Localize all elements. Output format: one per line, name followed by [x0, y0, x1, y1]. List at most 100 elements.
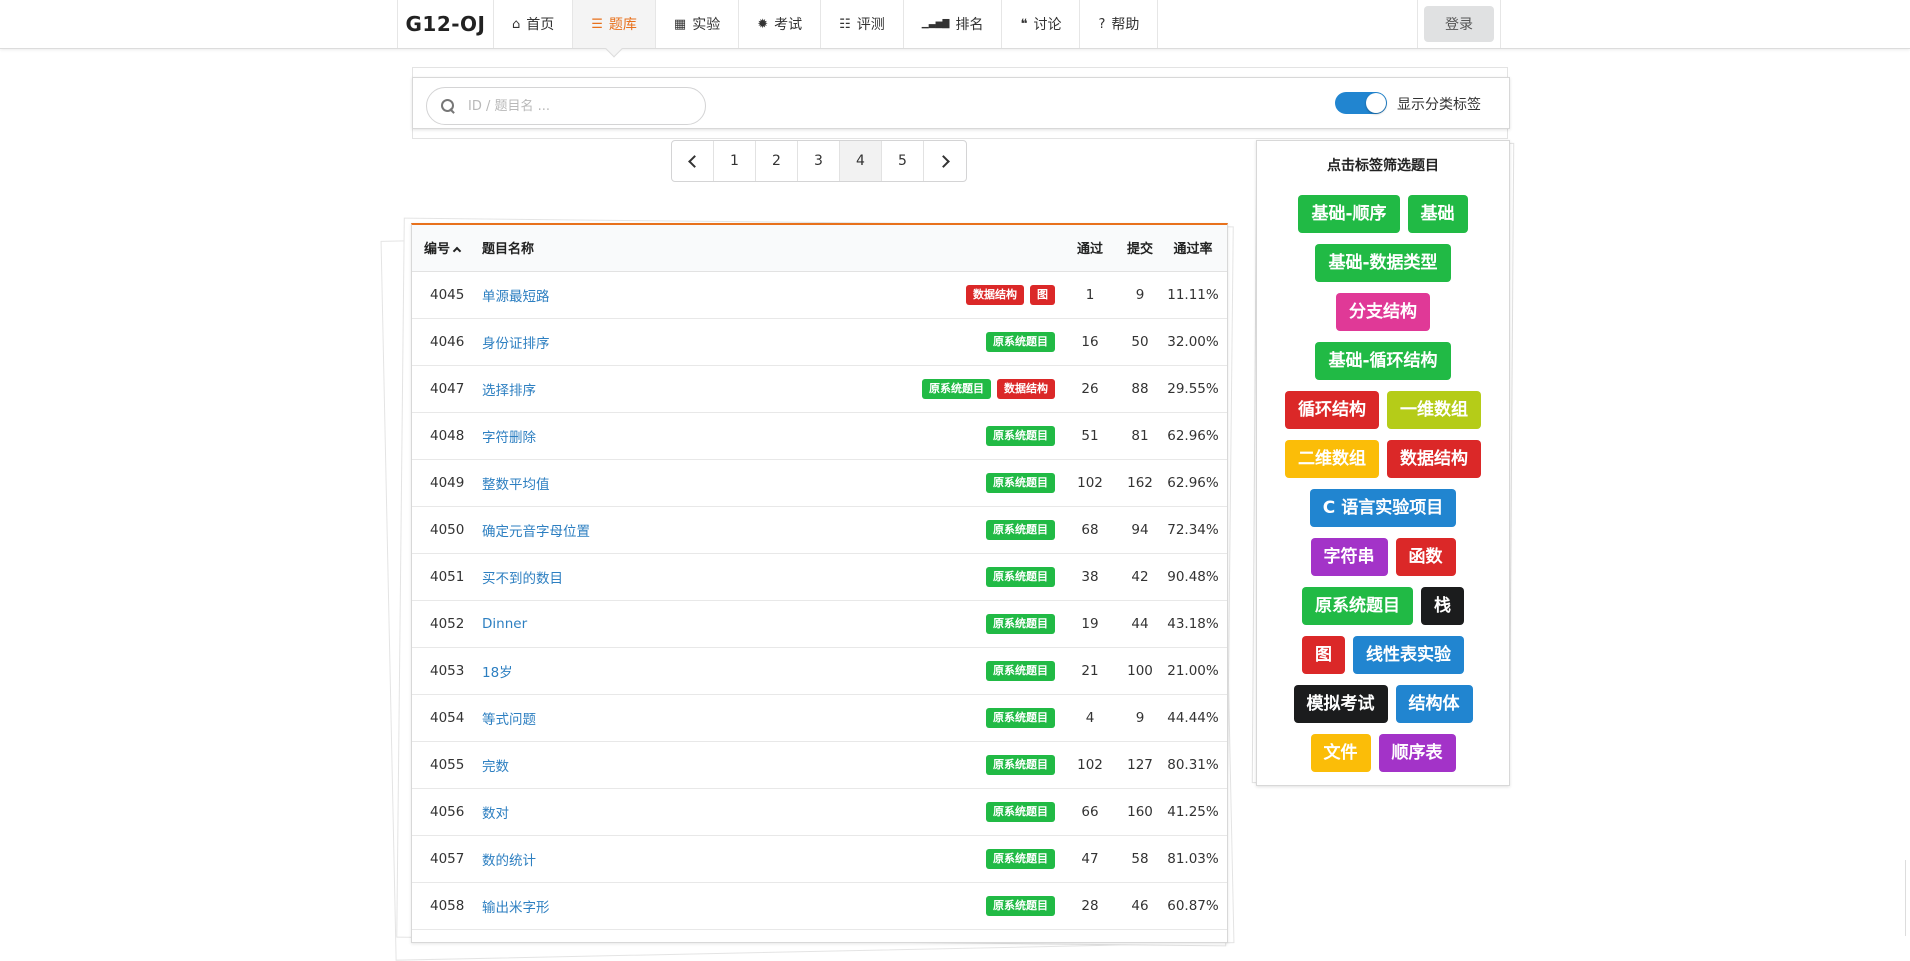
site-logo[interactable]: G12-OJ — [398, 0, 494, 48]
filter-tag[interactable]: 基础-顺序 — [1298, 195, 1400, 233]
problem-tag[interactable]: 原系统题目 — [986, 519, 1055, 540]
submit-count: 94 — [1115, 506, 1165, 554]
problem-tag[interactable]: 原系统题目 — [986, 425, 1055, 446]
problem-link[interactable]: 身份证排序 — [482, 336, 550, 352]
filter-tag[interactable]: 栈 — [1421, 587, 1464, 625]
problem-tag[interactable]: 原系统题目 — [986, 754, 1055, 775]
problem-link[interactable]: Dinner — [482, 616, 527, 632]
pass-count: 68 — [1065, 506, 1115, 554]
problem-link[interactable]: 整数平均值 — [482, 477, 550, 493]
problem-link[interactable]: 等式问题 — [482, 712, 536, 728]
search-icon — [441, 98, 456, 114]
col-pass-header[interactable]: 通过 — [1065, 225, 1115, 272]
filter-tag[interactable]: 函数 — [1395, 538, 1456, 576]
nav-item-label: 排名 — [955, 17, 984, 33]
prev-page-button[interactable] — [672, 141, 714, 181]
col-rate-header[interactable]: 通过率 — [1165, 225, 1227, 272]
problem-tag[interactable]: 原系统题目 — [986, 566, 1055, 587]
filter-tag[interactable]: 二维数组 — [1285, 440, 1379, 478]
nav-item-0[interactable]: ⌂ 首页 — [494, 0, 574, 48]
problem-tags-cell: 原系统题目 数据结构 — [726, 365, 1065, 413]
problem-link[interactable]: 18岁 — [482, 665, 513, 681]
search-box[interactable] — [426, 87, 706, 125]
problem-tag[interactable]: 原系统题目 — [986, 848, 1055, 869]
submit-count: 127 — [1115, 741, 1165, 789]
problem-link[interactable]: 字符删除 — [482, 430, 536, 446]
filter-tag[interactable]: 线性表实验 — [1353, 636, 1464, 674]
nav-item-4[interactable]: ☷ 评测 — [821, 0, 904, 48]
problem-id: 4058 — [412, 882, 482, 930]
problem-link[interactable]: 数对 — [482, 806, 509, 822]
filter-tag[interactable]: 文件 — [1310, 734, 1371, 772]
nav-item-1[interactable]: ☰ 题库 — [573, 0, 656, 48]
tag-panel-title: 点击标签筛选题目 — [1327, 158, 1439, 174]
pass-count: 102 — [1065, 459, 1115, 507]
page-button[interactable]: 5 — [882, 141, 924, 181]
problem-tag[interactable]: 原系统题目 — [986, 660, 1055, 681]
filter-tag[interactable]: 基础 — [1407, 195, 1468, 233]
col-submit-header[interactable]: 提交 — [1115, 225, 1165, 272]
table-row: 4052 Dinner 原系统题目 19 44 43.18% — [412, 600, 1227, 648]
nav-item-2[interactable]: ▦ 实验 — [656, 0, 740, 48]
problem-link[interactable]: 买不到的数目 — [482, 571, 563, 587]
filter-tag[interactable]: 原系统题目 — [1302, 587, 1413, 625]
page-button[interactable]: 1 — [714, 141, 756, 181]
filter-tag[interactable]: 基础-数据类型 — [1315, 244, 1451, 282]
toggle-knob — [1366, 93, 1386, 113]
problem-link[interactable]: 选择排序 — [482, 383, 536, 399]
filter-tag[interactable]: 字符串 — [1310, 538, 1388, 576]
problem-tag[interactable]: 原系统题目 — [986, 801, 1055, 822]
page-button[interactable]: 4 — [840, 141, 882, 181]
problem-tag[interactable]: 原系统题目 — [986, 707, 1055, 728]
filter-tag[interactable]: 一维数组 — [1387, 391, 1481, 429]
pass-rate: 41.25% — [1165, 788, 1227, 836]
pass-count: 102 — [1065, 741, 1115, 789]
filter-tag[interactable]: 顺序表 — [1378, 734, 1456, 772]
sort-ascending-icon — [452, 247, 462, 256]
pass-count: 51 — [1065, 412, 1115, 460]
problem-tag[interactable]: 原系统题目 — [986, 613, 1055, 634]
table-row: 4056 数对 原系统题目 66 160 41.25% — [412, 788, 1227, 836]
pass-rate: 32.00% — [1165, 318, 1227, 366]
table-row: 4048 字符删除 原系统题目 51 81 62.96% — [412, 412, 1227, 460]
page-button[interactable]: 3 — [798, 141, 840, 181]
login-button[interactable]: 登录 — [1424, 6, 1494, 42]
gear-icon: ✹ — [757, 16, 769, 32]
nav-item-5[interactable]: ▁▃▅▇ 排名 — [904, 0, 1003, 48]
problem-link[interactable]: 确定元音字母位置 — [482, 524, 590, 540]
page-button[interactable]: 2 — [756, 141, 798, 181]
filter-tag[interactable]: C 语言实验项目 — [1309, 489, 1457, 527]
problem-tags-cell: 原系统题目 — [726, 741, 1065, 789]
col-name-header[interactable]: 题目名称 — [482, 225, 727, 272]
show-tags-toggle[interactable] — [1335, 92, 1387, 114]
pass-count: 16 — [1065, 318, 1115, 366]
problem-link[interactable]: 完数 — [482, 759, 509, 775]
problem-link[interactable]: 数的统计 — [482, 853, 536, 869]
next-page-button[interactable] — [924, 141, 966, 181]
submit-count: 50 — [1115, 318, 1165, 366]
problem-tags-cell: 原系统题目 — [726, 694, 1065, 742]
filter-tag[interactable]: 分支结构 — [1336, 293, 1430, 331]
filter-tag[interactable]: 结构体 — [1395, 685, 1473, 723]
nav-item-7[interactable]: ? 帮助 — [1080, 0, 1159, 48]
problem-tag[interactable]: 原系统题目 — [922, 378, 991, 399]
search-input[interactable] — [468, 98, 688, 114]
filter-tag[interactable]: 数据结构 — [1387, 440, 1481, 478]
problem-tag[interactable]: 图 — [1030, 284, 1055, 305]
problem-table-segment: 编号 题目名称 通过 提交 通过率 4045 单源最短路 数据结构图 1 9 11.11%… — [411, 223, 1228, 943]
filter-tag[interactable]: 循环结构 — [1285, 391, 1379, 429]
problem-id: 4048 — [412, 412, 482, 460]
problem-link[interactable]: 输出米字形 — [482, 900, 550, 916]
nav-item-6[interactable]: ❝ 讨论 — [1002, 0, 1081, 48]
problem-tag[interactable]: 原系统题目 — [986, 331, 1055, 352]
col-id-header[interactable]: 编号 — [412, 225, 482, 272]
problem-tag[interactable]: 数据结构 — [966, 284, 1024, 305]
filter-tag[interactable]: 基础-循环结构 — [1315, 342, 1451, 380]
nav-item-3[interactable]: ✹ 考试 — [739, 0, 822, 48]
filter-tag[interactable]: 图 — [1302, 636, 1345, 674]
problem-tag[interactable]: 原系统题目 — [986, 472, 1055, 493]
problem-link[interactable]: 单源最短路 — [482, 289, 550, 305]
problem-tag[interactable]: 数据结构 — [997, 378, 1055, 399]
filter-tag[interactable]: 模拟考试 — [1293, 685, 1388, 723]
problem-tag[interactable]: 原系统题目 — [986, 895, 1055, 916]
